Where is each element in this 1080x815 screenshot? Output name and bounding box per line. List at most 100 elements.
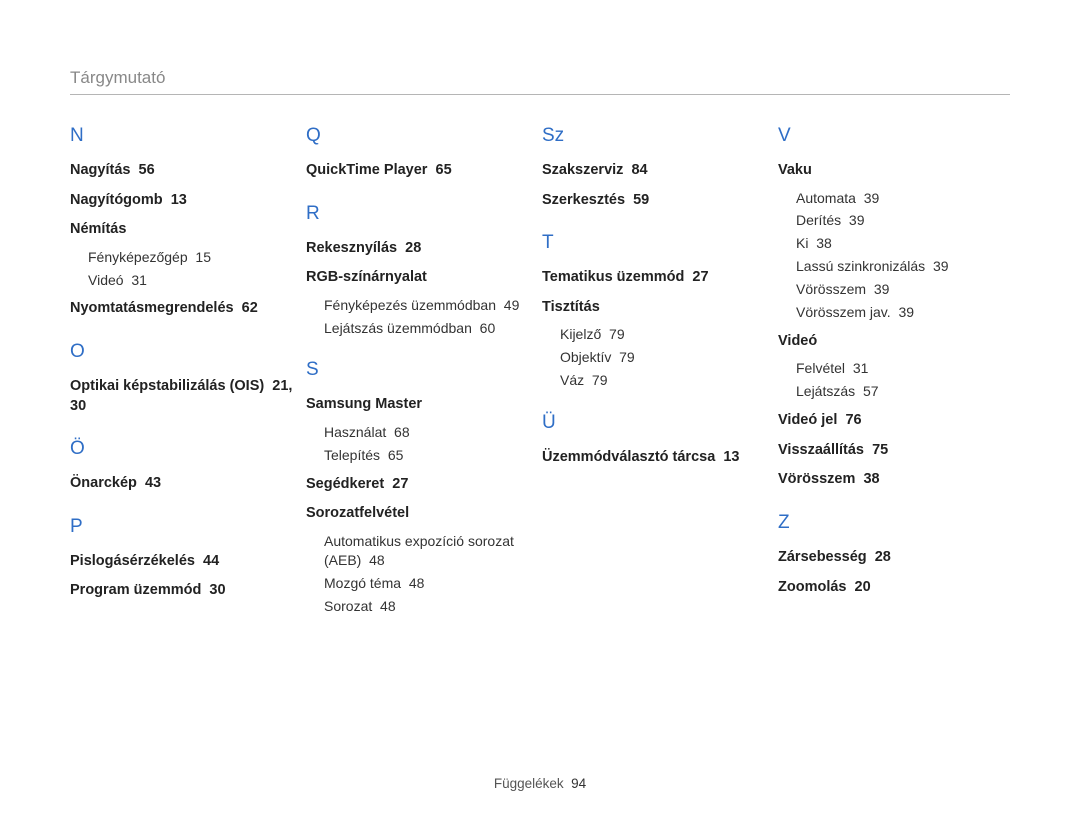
- index-subentry-label: Sorozat: [324, 598, 372, 614]
- index-entry[interactable]: Sorozatfelvétel: [306, 504, 530, 524]
- index-entry-label: Pislogásérzékelés: [70, 553, 195, 569]
- index-entry-label: Sorozatfelvétel: [306, 505, 409, 521]
- index-subentry-page: 39: [933, 258, 949, 274]
- index-subentry[interactable]: Objektív 79: [560, 348, 766, 367]
- index-entry-group: Sorozatfelvétel Automatikus expozíció sor…: [306, 504, 530, 615]
- index-entry-label: Önarckép: [70, 475, 137, 491]
- index-entry[interactable]: Visszaállítás 75: [778, 441, 1002, 461]
- index-letter-heading: O: [70, 341, 294, 363]
- index-subentry-page: 79: [619, 349, 635, 365]
- index-entry[interactable]: Szakszerviz 84: [542, 161, 766, 181]
- index-entry[interactable]: RGB-színárnyalat: [306, 268, 530, 288]
- index-entry-label: QuickTime Player: [306, 162, 427, 178]
- index-entry[interactable]: Önarckép 43: [70, 474, 294, 494]
- index-subentry[interactable]: Videó 31: [88, 271, 294, 290]
- index-entry-label: Nagyítás: [70, 162, 130, 178]
- index-entry-label: Szakszerviz: [542, 162, 623, 178]
- footer-page: 94: [571, 776, 586, 791]
- index-subentry-label: Automata: [796, 190, 856, 206]
- index-subentry[interactable]: Vörösszem 39: [796, 280, 1002, 299]
- index-subentry[interactable]: Fényképezés üzemmódban 49: [324, 296, 530, 315]
- index-subentry[interactable]: Mozgó téma 48: [324, 574, 530, 593]
- index-subentry[interactable]: Automata 39: [796, 189, 1002, 208]
- index-subentry-label: Fényképezőgép: [88, 249, 188, 265]
- index-letter-heading: N: [70, 125, 294, 147]
- index-entry[interactable]: Tisztítás: [542, 298, 766, 318]
- index-subentry[interactable]: Lassú szinkronizálás 39: [796, 257, 1002, 276]
- index-entry-page: 75: [872, 442, 888, 458]
- index-entry-label: Nyomtatásmegrendelés: [70, 300, 234, 316]
- index-subentry[interactable]: Kijelző 79: [560, 325, 766, 344]
- index-entry-label: Samsung Master: [306, 396, 422, 412]
- index-entry[interactable]: Videó jel 76: [778, 411, 1002, 431]
- index-entry[interactable]: Program üzemmód 30: [70, 581, 294, 601]
- index-subentry-page: 31: [853, 360, 869, 376]
- index-entry[interactable]: Nagyítás 56: [70, 161, 294, 181]
- index-entry-label: Videó: [778, 333, 817, 349]
- index-column: N Nagyítás 56 Nagyítógomb 13 Némítás Fénykép…: [70, 125, 306, 626]
- index-entry[interactable]: Tematikus üzemmód 27: [542, 268, 766, 288]
- index-entry-label: Zársebesség: [778, 549, 867, 565]
- index-subentry-label: Objektív: [560, 349, 611, 365]
- index-subentry[interactable]: Fényképezőgép 15: [88, 248, 294, 267]
- index-subentry-label: Vörösszem: [796, 281, 866, 297]
- index-entry[interactable]: Zoomolás 20: [778, 578, 1002, 598]
- index-entry-label: Némítás: [70, 221, 126, 237]
- index-entry-group: Samsung Master Használat 68 Telepítés 65: [306, 395, 530, 464]
- index-subentry-page: 48: [380, 598, 396, 614]
- index-subentry[interactable]: Lejátszás üzemmódban 60: [324, 319, 530, 338]
- index-subentry[interactable]: Derítés 39: [796, 211, 1002, 230]
- index-entry-group: QuickTime Player 65: [306, 161, 530, 181]
- index-entry-page: 76: [845, 412, 861, 428]
- index-subentry-page: 39: [849, 212, 865, 228]
- index-subentry[interactable]: Automatikus expozíció sorozat (AEB) 48: [324, 532, 530, 570]
- index-entry-group: Program üzemmód 30: [70, 581, 294, 601]
- index-subentry-label: Ki: [796, 235, 808, 251]
- index-subentry[interactable]: Váz 79: [560, 371, 766, 390]
- index-entry[interactable]: Videó: [778, 332, 1002, 352]
- index-subentry[interactable]: Ki 38: [796, 234, 1002, 253]
- index-subentry-page: 38: [816, 235, 832, 251]
- index-letter-heading: V: [778, 125, 1002, 147]
- index-entry-group: Visszaállítás 75: [778, 441, 1002, 461]
- page-footer: Függelékek 94: [0, 776, 1080, 791]
- index-entry[interactable]: Vörösszem 38: [778, 470, 1002, 490]
- index-entry[interactable]: Rekesznyílás 28: [306, 239, 530, 259]
- index-entry[interactable]: Optikai képstabilizálás (OIS) 21, 30: [70, 377, 294, 416]
- index-entry[interactable]: Szerkesztés 59: [542, 191, 766, 211]
- index-entry-label: Videó jel: [778, 412, 837, 428]
- index-letter-heading: S: [306, 359, 530, 381]
- index-entry[interactable]: Segédkeret 27: [306, 475, 530, 495]
- index-entry[interactable]: Samsung Master: [306, 395, 530, 415]
- index-entry-page: 65: [436, 162, 452, 178]
- index-entry-group: RGB-színárnyalat Fényképezés üzemmódban 4…: [306, 268, 530, 337]
- index-entry[interactable]: Nyomtatásmegrendelés 62: [70, 299, 294, 319]
- index-columns: N Nagyítás 56 Nagyítógomb 13 Némítás Fénykép…: [70, 125, 1010, 626]
- index-entry[interactable]: Zársebesség 28: [778, 548, 1002, 568]
- index-letter-heading: Q: [306, 125, 530, 147]
- index-entry[interactable]: Nagyítógomb 13: [70, 191, 294, 211]
- index-subentry[interactable]: Lejátszás 57: [796, 382, 1002, 401]
- index-subentry-label: Vörösszem jav.: [796, 304, 891, 320]
- index-subentry[interactable]: Telepítés 65: [324, 446, 530, 465]
- index-subentry-page: 79: [592, 372, 608, 388]
- index-subentry-page: 48: [409, 575, 425, 591]
- index-page: Tárgymutató NNagyítás 56Nagyítógomb 13Né…: [0, 0, 1080, 815]
- index-letter-heading: Sz: [542, 125, 766, 147]
- index-subentry[interactable]: Használat 68: [324, 423, 530, 442]
- index-entry-group: Videó jel 76: [778, 411, 1002, 431]
- index-subentry-label: Telepítés: [324, 447, 380, 463]
- index-entry[interactable]: Vaku: [778, 161, 1002, 181]
- index-entry[interactable]: QuickTime Player 65: [306, 161, 530, 181]
- index-subentry-label: Derítés: [796, 212, 841, 228]
- index-entry-page: 28: [405, 240, 421, 256]
- index-entry[interactable]: Pislogásérzékelés 44: [70, 552, 294, 572]
- index-subentry-page: 39: [898, 304, 914, 320]
- index-subentry[interactable]: Felvétel 31: [796, 359, 1002, 378]
- index-subentry[interactable]: Sorozat 48: [324, 597, 530, 616]
- index-entry[interactable]: Üzemmódválasztó tárcsa 13: [542, 448, 766, 468]
- index-subentry[interactable]: Vörösszem jav. 39: [796, 303, 1002, 322]
- index-entry[interactable]: Némítás: [70, 220, 294, 240]
- index-entry-group: Üzemmódválasztó tárcsa 13: [542, 448, 766, 468]
- index-subentry-label: Kijelző: [560, 326, 601, 342]
